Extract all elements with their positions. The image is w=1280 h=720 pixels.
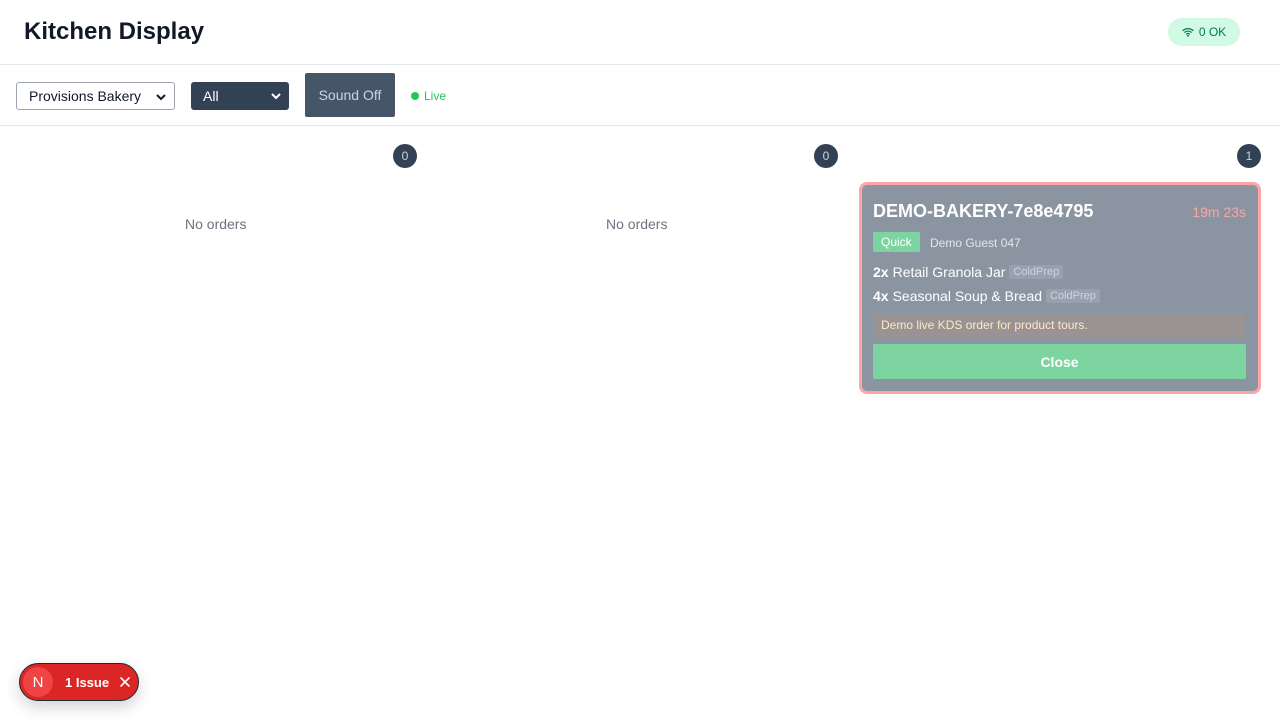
empty-column-message: No orders xyxy=(185,216,247,232)
status-label: 0 OK xyxy=(1198,25,1227,39)
order-item: 2x Retail Granola Jar ColdPrep xyxy=(873,264,1064,280)
live-dot-icon xyxy=(411,92,419,100)
chevron-down-icon xyxy=(271,93,281,100)
wifi-icon xyxy=(1182,28,1194,37)
column-count-badge: 0 xyxy=(814,144,838,168)
station-filter-select[interactable]: All xyxy=(191,82,289,110)
issues-badge[interactable]: N 1 Issue xyxy=(19,663,139,701)
toolbar: Provisions Bakery All Sound Off Live xyxy=(0,65,1280,126)
close-icon[interactable] xyxy=(119,676,131,688)
item-quantity: 4x xyxy=(873,288,889,304)
live-label: Live xyxy=(424,89,447,103)
order-id: DEMO-BAKERY-7e8e4795 xyxy=(873,201,1094,221)
store-select[interactable]: Provisions Bakery xyxy=(16,82,175,110)
item-name: Seasonal Soup & Bread xyxy=(892,288,1043,304)
order-card[interactable]: DEMO-BAKERY-7e8e4795 19m 23s Quick Demo … xyxy=(859,182,1261,394)
guest-name: Demo Guest 047 xyxy=(930,236,1021,250)
item-name: Retail Granola Jar xyxy=(892,264,1006,280)
connection-status-badge[interactable]: 0 OK xyxy=(1168,18,1240,46)
header: Kitchen Display 0 OK xyxy=(0,0,1280,65)
chevron-down-icon xyxy=(156,94,166,101)
item-quantity: 2x xyxy=(873,264,889,280)
column-count-badge: 0 xyxy=(393,144,417,168)
close-order-button[interactable]: Close xyxy=(873,344,1246,379)
order-timer: 19m 23s xyxy=(1192,204,1246,220)
issues-label: 1 Issue xyxy=(65,674,110,690)
order-item: 4x Seasonal Soup & Bread ColdPrep xyxy=(873,288,1100,304)
order-type-tag: Quick xyxy=(873,232,920,252)
store-select-value: Provisions Bakery xyxy=(29,88,142,104)
page-title: Kitchen Display xyxy=(24,18,205,45)
live-indicator: Live xyxy=(411,89,446,103)
column-count-badge: 1 xyxy=(1237,144,1261,168)
empty-column-message: No orders xyxy=(606,216,668,232)
station-select-value: All xyxy=(203,88,219,104)
item-station-tag: ColdPrep xyxy=(1046,289,1100,303)
n-logo-icon: N xyxy=(23,667,53,697)
order-note: Demo live KDS order for product tours. xyxy=(873,313,1246,337)
item-station-tag: ColdPrep xyxy=(1009,265,1064,279)
sound-toggle-button[interactable]: Sound Off xyxy=(305,73,395,117)
